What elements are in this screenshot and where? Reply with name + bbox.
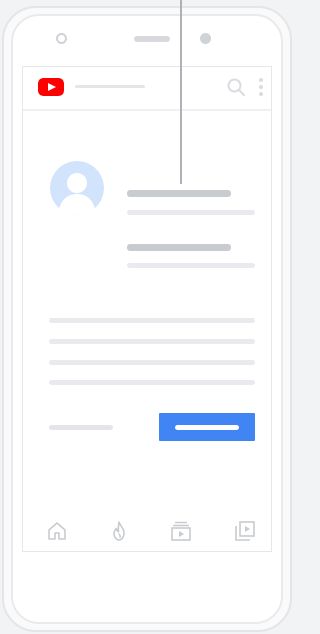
search-icon[interactable] (226, 77, 246, 97)
subscriptions-icon[interactable] (169, 519, 193, 543)
more-vertical-icon[interactable] (257, 77, 265, 97)
content-line-placeholder (49, 360, 255, 365)
button-label-placeholder (175, 425, 239, 430)
content-line-placeholder (49, 318, 255, 323)
profile-detail-placeholder (127, 210, 255, 215)
profile-subtitle-placeholder (127, 244, 231, 251)
secondary-action-label (49, 425, 50, 426)
front-camera (56, 33, 67, 44)
content-line-placeholder (49, 380, 255, 385)
app-bar (23, 67, 271, 111)
content-line-placeholder (49, 339, 255, 344)
youtube-logo-icon[interactable] (38, 78, 64, 96)
profile-subdetail-placeholder (127, 263, 255, 268)
annotation-pointer-line (180, 0, 182, 184)
secondary-action-link[interactable] (49, 425, 113, 430)
profile-name-placeholder (127, 190, 231, 197)
phone-mockup-scene (0, 0, 294, 634)
phone-screen (22, 66, 272, 552)
library-icon[interactable] (233, 519, 257, 543)
primary-action-label (159, 413, 160, 414)
home-icon[interactable] (45, 519, 69, 543)
trending-icon[interactable] (107, 519, 131, 543)
user-avatar-icon[interactable] (50, 161, 104, 215)
primary-action-button[interactable] (159, 413, 255, 441)
proximity-sensor (200, 33, 211, 44)
bottom-navigation (23, 513, 271, 551)
app-title-placeholder (75, 85, 145, 88)
earpiece-speaker (134, 36, 170, 42)
